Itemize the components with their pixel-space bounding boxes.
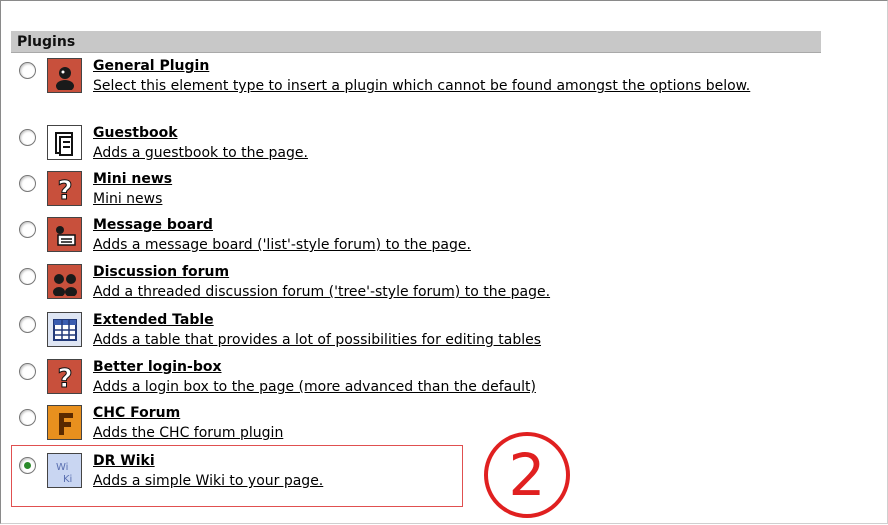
svg-text:2: 2 bbox=[509, 441, 546, 509]
radio-extended-table[interactable] bbox=[19, 316, 36, 333]
plugin-description[interactable]: Add a threaded discussion forum ('tree'-… bbox=[93, 283, 823, 302]
plugin-title[interactable]: Better login-box bbox=[93, 359, 222, 375]
plugin-title[interactable]: Message board bbox=[93, 217, 213, 233]
message-board-icon bbox=[47, 217, 82, 252]
plugin-description[interactable]: Mini news bbox=[93, 190, 823, 209]
plugin-description[interactable]: Adds a table that provides a lot of poss… bbox=[93, 331, 823, 350]
radio-mini-news[interactable] bbox=[19, 175, 36, 192]
chc-forum-icon bbox=[47, 405, 82, 440]
plugin-description[interactable]: Adds the CHC forum plugin bbox=[93, 424, 823, 443]
plugin-title[interactable]: Guestbook bbox=[93, 125, 178, 141]
plugin-description[interactable]: Select this element type to insert a plu… bbox=[93, 77, 823, 96]
plugin-description[interactable]: Adds a guestbook to the page. bbox=[93, 144, 823, 163]
plugin-description[interactable]: Adds a message board ('list'-style forum… bbox=[93, 236, 823, 255]
plugin-panel: Plugins General Plugin Select this eleme… bbox=[0, 0, 888, 524]
plugin-title[interactable]: General Plugin bbox=[93, 58, 209, 74]
selection-highlight-box bbox=[11, 445, 463, 507]
plugin-option-better-login-box[interactable]: ? Better login-box Adds a login box to t… bbox=[15, 359, 825, 405]
radio-discussion-forum[interactable] bbox=[19, 268, 36, 285]
svg-text:?: ? bbox=[57, 364, 72, 391]
plugin-description[interactable]: Adds a login box to the page (more advan… bbox=[93, 378, 823, 397]
radio-guestbook[interactable] bbox=[19, 129, 36, 146]
plugin-option-discussion-forum[interactable]: Discussion forum Add a threaded discussi… bbox=[15, 264, 825, 310]
plugin-option-extended-table[interactable]: Extended Table Adds a table that provide… bbox=[15, 312, 825, 358]
section-title: Plugins bbox=[17, 34, 76, 50]
plugin-title[interactable]: Mini news bbox=[93, 171, 172, 187]
radio-better-login-box[interactable] bbox=[19, 363, 36, 380]
step-number-marker: 2 bbox=[481, 429, 573, 521]
general-plugin-icon bbox=[47, 58, 82, 93]
plugin-title[interactable]: Discussion forum bbox=[93, 264, 229, 280]
radio-chc-forum[interactable] bbox=[19, 409, 36, 426]
plugin-option-message-board[interactable]: Message board Adds a message board ('lis… bbox=[15, 217, 825, 263]
plugin-option-guestbook[interactable]: Guestbook Adds a guestbook to the page. bbox=[15, 125, 825, 171]
plugins-section-header: Plugins bbox=[11, 31, 821, 53]
plugin-title[interactable]: Extended Table bbox=[93, 312, 214, 328]
svg-text:?: ? bbox=[57, 176, 72, 203]
plugin-option-mini-news[interactable]: ? Mini news Mini news bbox=[15, 171, 825, 217]
radio-message-board[interactable] bbox=[19, 221, 36, 238]
extended-table-icon bbox=[47, 312, 82, 347]
radio-general-plugin[interactable] bbox=[19, 62, 36, 79]
discussion-forum-icon bbox=[47, 264, 82, 299]
mini-news-icon: ? bbox=[47, 171, 82, 206]
plugin-title[interactable]: CHC Forum bbox=[93, 405, 180, 421]
plugin-option-general-plugin[interactable]: General Plugin Select this element type … bbox=[15, 58, 825, 104]
guestbook-icon bbox=[47, 125, 82, 160]
login-box-icon: ? bbox=[47, 359, 82, 394]
